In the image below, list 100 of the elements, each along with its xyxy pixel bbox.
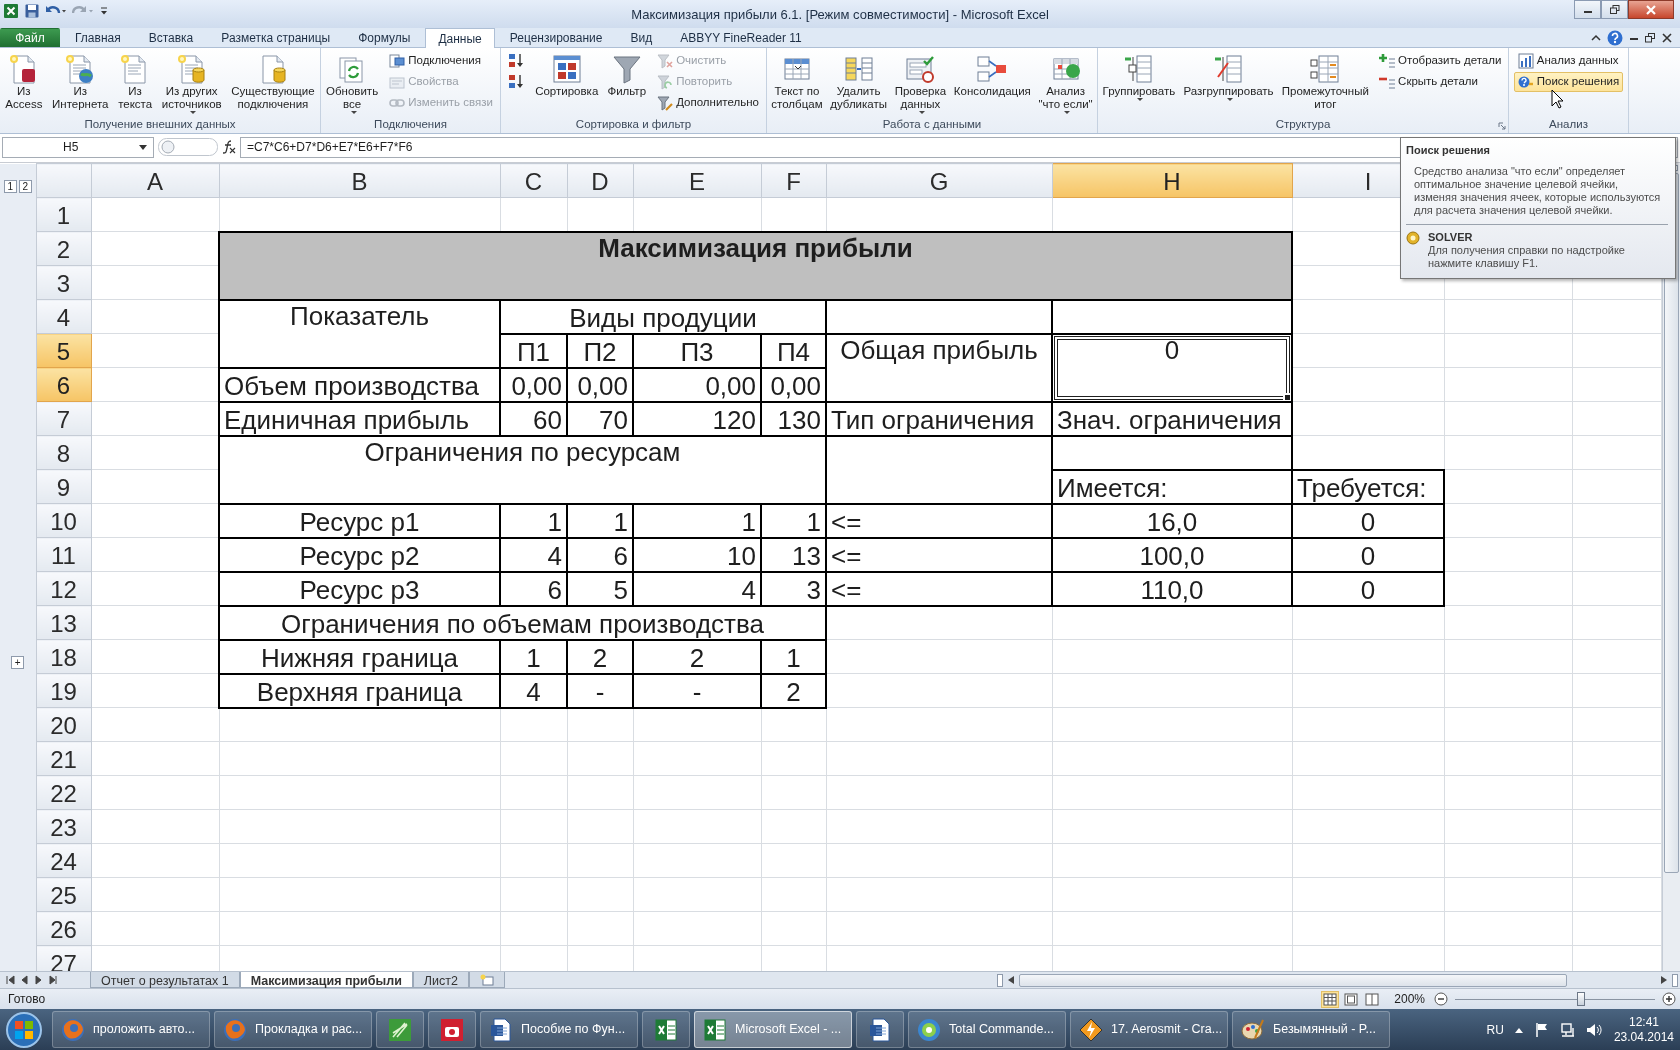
row-header[interactable]: 5 [36,333,91,368]
ribbon-tab[interactable]: ABBYY FineReader 11 [667,28,815,47]
row-header[interactable]: 8 [36,435,91,470]
table-cell[interactable]: Показатель [219,299,500,368]
ribbon-button[interactable]: Группировать [1100,51,1178,103]
ribbon-button[interactable]: Из текста [116,51,155,113]
zoom-level[interactable]: 200% [1394,990,1425,1008]
table-cell[interactable]: Ограничения по ресурсам [219,435,826,504]
table-cell[interactable]: Знач. ограничения [1052,401,1292,436]
table-cell[interactable]: - [567,673,633,708]
row-header[interactable]: 24 [36,843,91,878]
ribbon-tab[interactable]: Вставка [135,28,207,47]
row-header[interactable]: 26 [36,911,91,946]
ribbon-tab[interactable]: Формулы [345,28,424,47]
table-cell[interactable]: Тип ограничения [826,401,1052,436]
table-cell[interactable]: Ресурс p2 [219,537,500,572]
table-cell[interactable]: 6 [500,571,567,606]
column-header[interactable]: B [219,163,500,198]
taskbar-button[interactable]: проложить авто... [52,1011,210,1048]
ribbon-button[interactable]: Дополнительно [653,93,763,113]
table-cell[interactable]: 0,00 [633,367,761,402]
table-cell[interactable]: 0 [1292,571,1444,606]
table-cell[interactable]: 60 [500,401,567,436]
table-cell[interactable]: 1 [567,503,633,538]
sheet-tab[interactable]: Отчет о результатах 1 [90,972,240,988]
row-header[interactable]: 2 [36,231,91,266]
ribbon-button[interactable]: Фильтр [605,51,649,100]
row-header[interactable]: 20 [36,707,91,742]
row-header[interactable]: 9 [36,469,91,504]
table-cell[interactable]: Единичная прибыль [219,401,500,436]
row-header[interactable]: 23 [36,809,91,844]
taskbar-button[interactable]: 17. Aerosmit - Cra... [1070,1011,1228,1048]
table-cell[interactable]: 4 [500,673,567,708]
column-header[interactable]: D [567,163,633,198]
column-header[interactable]: E [633,163,761,198]
row-header[interactable]: 22 [36,775,91,810]
ribbon-button[interactable]: Текст по столбцам [769,51,825,113]
table-cell[interactable]: <= [826,571,1052,606]
table-cell[interactable]: 1 [500,503,567,538]
table-cell[interactable]: 110,0 [1052,571,1292,606]
row-header[interactable]: 12 [36,571,91,606]
ribbon-button[interactable]: Анализ "что если" [1036,51,1095,116]
table-cell[interactable]: П2 [567,333,633,368]
ribbon-button[interactable]: Промежуточный итог [1279,51,1371,113]
ribbon-button[interactable]: Поиск решения [1513,72,1624,92]
ribbon-button[interactable]: Из других источников [159,51,224,116]
name-box[interactable]: H5 [2,136,154,158]
ribbon-button[interactable]: Сортировка [533,51,601,100]
taskbar-button[interactable]: Безымянный - P... [1232,1011,1390,1048]
table-cell[interactable]: 0,00 [500,367,567,402]
ribbon-button[interactable]: Разгруппировать [1181,51,1276,103]
table-cell[interactable]: 6 [567,537,633,572]
table-cell[interactable]: 4 [500,537,567,572]
table-cell[interactable]: 0 [1292,537,1444,572]
table-cell[interactable]: 2 [761,673,826,708]
row-header[interactable]: 21 [36,741,91,776]
table-cell[interactable]: - [633,673,761,708]
table-cell[interactable]: 1 [761,639,826,674]
ribbon-button[interactable]: Обновить все [324,51,381,116]
row-header[interactable]: 18 [36,639,91,674]
ribbon-button[interactable]: Консолидация [951,51,1033,100]
table-cell[interactable]: Максимизация прибыли [219,231,1292,300]
row-header[interactable]: 6 [36,367,91,402]
table-cell[interactable]: Имеется: [1052,469,1292,504]
row-header[interactable]: 19 [36,673,91,708]
column-header[interactable]: G [826,163,1052,198]
table-cell[interactable]: 16,0 [1052,503,1292,538]
ribbon-button[interactable]: Из Интернета [50,51,111,113]
table-cell[interactable]: П1 [500,333,567,368]
taskbar-button[interactable]: Пособие по Фун... [480,1011,638,1048]
table-cell[interactable]: 0,00 [567,367,633,402]
table-cell[interactable]: 3 [761,571,826,606]
table-cell[interactable]: 0 [1292,503,1444,538]
column-header[interactable]: H [1052,163,1292,198]
expand-button[interactable]: + [11,655,25,669]
table-cell[interactable]: 120 [633,401,761,436]
row-header[interactable]: 11 [36,537,91,572]
ribbon-button[interactable]: Анализ данных [1513,51,1624,71]
row-header[interactable]: 10 [36,503,91,538]
row-header[interactable]: 4 [36,299,91,334]
clock-date[interactable]: 23.04.2014 [1613,1029,1674,1045]
table-cell[interactable]: 70 [567,401,633,436]
row-header[interactable]: 7 [36,401,91,436]
ribbon-tab[interactable]: Главная [62,28,134,47]
table-cell[interactable]: 0 [1052,333,1292,402]
ribbon-button[interactable]: Существующие подключения [229,51,317,113]
column-header[interactable]: A [91,163,219,198]
table-cell[interactable]: Объем производства [219,367,500,402]
ribbon-tab[interactable]: Разметка страницы [208,28,344,47]
table-cell[interactable]: Ограничения по объемам производства [219,605,826,640]
ribbon-tab[interactable]: Рецензирование [496,28,616,47]
table-cell[interactable]: 4 [633,571,761,606]
ribbon-button[interactable]: Из Access [3,51,45,113]
table-cell[interactable]: Виды продуции [500,299,826,334]
row-header[interactable]: 3 [36,265,91,300]
ribbon-tab[interactable]: Вид [617,28,666,47]
table-cell[interactable]: 100,0 [1052,537,1292,572]
sheet-tab[interactable]: Лист2 [412,972,469,988]
table-cell[interactable]: П3 [633,333,761,368]
table-cell[interactable]: 1 [633,503,761,538]
